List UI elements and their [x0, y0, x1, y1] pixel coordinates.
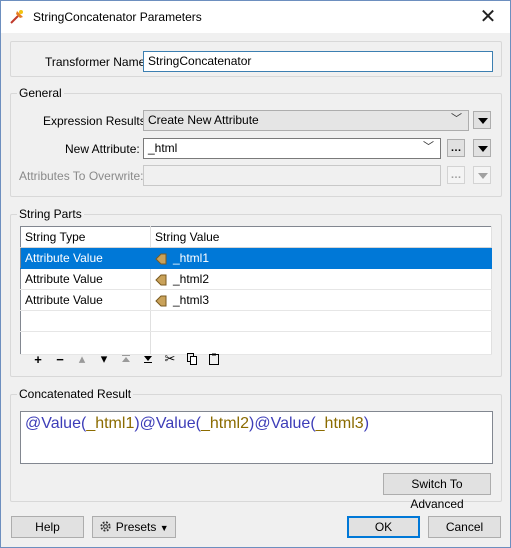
new-attribute-value: _html	[148, 141, 178, 155]
general-title: General	[17, 86, 64, 100]
remove-icon[interactable]: −	[49, 351, 71, 367]
string-value-text: _html2	[173, 272, 210, 286]
string-value-cell[interactable]: _html3	[150, 289, 492, 311]
add-icon[interactable]: +	[27, 351, 49, 367]
triangle-down-icon	[478, 146, 488, 152]
string-type-cell[interactable]	[20, 310, 151, 332]
attribute-name: _html2	[200, 415, 250, 432]
chevron-down-icon: ﹀	[423, 141, 434, 153]
new-attribute-label: New Attribute:	[65, 142, 140, 156]
ok-button[interactable]: OK	[347, 516, 420, 538]
value-function: @Value(	[139, 415, 201, 432]
paste-icon[interactable]	[203, 351, 225, 367]
concatenated-result-field[interactable]: @Value(_html1)@Value(_html2)@Value(_html…	[20, 411, 493, 464]
string-parts-table: String Type String Value Attribute Value…	[20, 226, 492, 355]
table-row-empty[interactable]	[20, 310, 492, 332]
attribute-name: _html1	[86, 415, 135, 432]
table-row[interactable]: Attribute Value _html2	[20, 268, 492, 290]
attributes-to-overwrite-input[interactable]	[143, 165, 441, 186]
concatenated-result-title: Concatenated Result	[17, 387, 134, 401]
triangle-down-icon	[478, 173, 488, 179]
ellipsis-icon: …	[450, 142, 462, 154]
value-function: @Value(	[25, 415, 87, 432]
string-value-cell[interactable]: _html2	[150, 268, 492, 290]
table-header-row: String Type String Value	[20, 226, 492, 248]
title-bar: StringConcatenator Parameters ✕	[1, 1, 510, 33]
transformer-icon	[10, 10, 23, 24]
window-title: StringConcatenator Parameters	[33, 10, 202, 24]
attribute-icon	[155, 253, 167, 265]
attributes-to-overwrite-menu-button[interactable]	[473, 166, 491, 184]
presets-label: Presets	[115, 520, 157, 534]
column-header-string-type[interactable]: String Type	[20, 226, 151, 248]
move-up-icon[interactable]: ▴	[71, 351, 93, 367]
move-to-bottom-icon[interactable]	[137, 351, 159, 367]
gear-icon	[100, 521, 111, 532]
move-down-icon[interactable]: ▾	[93, 351, 115, 367]
presets-button[interactable]: Presets ▼	[92, 516, 176, 538]
cancel-button[interactable]: Cancel	[428, 516, 501, 538]
expression-results-value: Create New Attribute	[148, 113, 259, 127]
string-parts-toolbar: + − ▴ ▾ ✂	[27, 351, 225, 367]
help-button[interactable]: Help	[11, 516, 84, 538]
transformer-name-label: Transformer Name:	[45, 55, 149, 69]
attributes-to-overwrite-browse-button[interactable]: …	[447, 166, 465, 184]
new-attribute-menu-button[interactable]	[473, 139, 491, 157]
column-header-string-value[interactable]: String Value	[150, 226, 492, 248]
string-parts-title: String Parts	[17, 207, 84, 221]
string-value-cell[interactable]	[150, 310, 492, 332]
close-button[interactable]: ✕	[474, 4, 502, 30]
attributes-to-overwrite-label: Attributes To Overwrite:	[19, 169, 144, 183]
triangle-down-icon: ▼	[159, 523, 169, 533]
value-close: )	[363, 415, 370, 432]
attribute-icon	[155, 274, 167, 286]
attribute-name: _html3	[315, 415, 364, 432]
new-attribute-browse-button[interactable]: …	[447, 139, 465, 157]
string-type-cell[interactable]: Attribute Value	[20, 268, 151, 290]
value-function: @Value(	[254, 415, 316, 432]
string-type-cell[interactable]: Attribute Value	[20, 289, 151, 311]
cut-icon[interactable]: ✂	[159, 351, 181, 367]
string-value-text: _html3	[173, 293, 210, 307]
string-value-text: _html1	[173, 251, 210, 265]
copy-icon[interactable]	[181, 351, 203, 367]
triangle-down-icon	[478, 118, 488, 124]
ellipsis-icon: …	[450, 169, 462, 181]
transformer-name-input[interactable]: StringConcatenator	[143, 51, 493, 72]
expression-results-label: Expression Results:	[43, 114, 150, 128]
string-value-cell[interactable]: _html1	[150, 247, 492, 269]
expression-results-select[interactable]: Create New Attribute ﹀	[143, 110, 469, 131]
chevron-down-icon: ﹀	[451, 113, 462, 125]
string-type-cell[interactable]: Attribute Value	[20, 247, 151, 269]
move-to-top-icon[interactable]	[115, 351, 137, 367]
table-row[interactable]: Attribute Value _html1	[20, 247, 492, 269]
attribute-icon	[155, 295, 167, 307]
expression-results-menu-button[interactable]	[473, 111, 491, 129]
switch-to-advanced-button[interactable]: Switch To Advanced	[383, 473, 491, 511]
table-row[interactable]: Attribute Value _html3	[20, 289, 492, 311]
new-attribute-input[interactable]: _html ﹀	[143, 138, 441, 159]
dialog-window: StringConcatenator Parameters ✕ Transfor…	[0, 0, 511, 548]
